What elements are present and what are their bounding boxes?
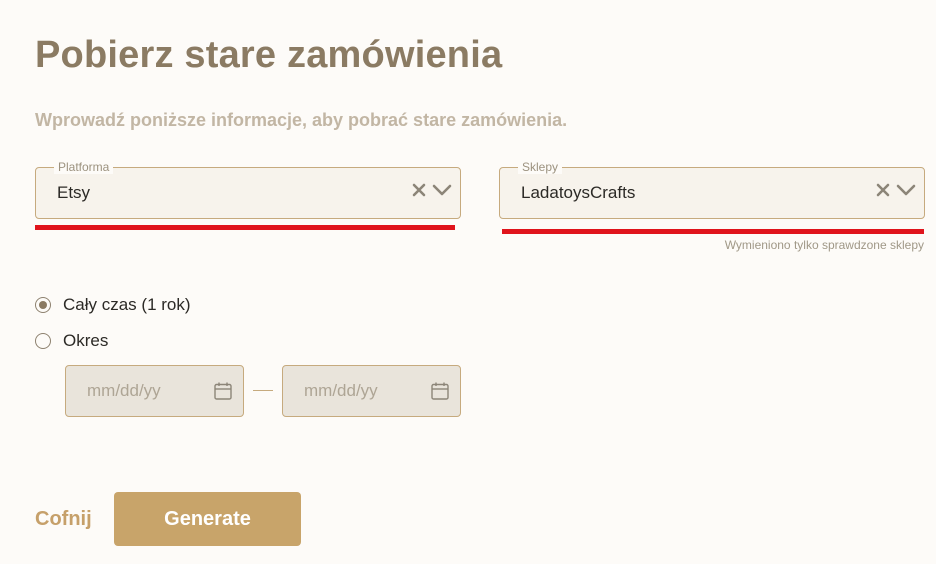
radio-period[interactable]: Okres xyxy=(35,331,108,351)
back-link[interactable]: Cofnij xyxy=(35,508,92,531)
chevron-down-icon[interactable] xyxy=(432,183,452,197)
stores-value: LadatoysCrafts xyxy=(521,183,636,202)
stores-hint: Wymieniono tylko sprawdzone sklepy xyxy=(724,238,924,252)
date-range-separator xyxy=(253,390,273,391)
generate-button[interactable]: Generate xyxy=(114,492,301,546)
platform-highlight-underline xyxy=(35,225,455,230)
radio-all-time[interactable]: Cały czas (1 rok) xyxy=(35,295,191,315)
platform-value: Etsy xyxy=(57,183,91,202)
calendar-icon[interactable] xyxy=(213,381,233,401)
chevron-down-icon[interactable] xyxy=(896,183,916,197)
calendar-icon[interactable] xyxy=(430,381,450,401)
radio-button-checked[interactable] xyxy=(35,297,51,313)
date-from-placeholder: mm/dd/yy xyxy=(87,381,161,400)
clear-icon[interactable] xyxy=(412,183,426,197)
stores-select[interactable]: Sklepy LadatoysCrafts xyxy=(499,160,925,219)
platform-select[interactable]: Platforma Etsy xyxy=(35,160,461,219)
radio-period-label: Okres xyxy=(63,331,109,350)
radio-button-unchecked[interactable] xyxy=(35,333,51,349)
stores-highlight-underline xyxy=(502,229,924,234)
page-subtitle: Wprowadź poniższe informacje, aby pobrać… xyxy=(35,110,568,130)
stores-legend: Sklepy xyxy=(518,160,563,174)
date-to-placeholder: mm/dd/yy xyxy=(304,381,378,400)
date-from-field[interactable]: mm/dd/yy xyxy=(65,365,244,417)
date-to-field[interactable]: mm/dd/yy xyxy=(282,365,461,417)
page-title: Pobierz stare zamówienia xyxy=(35,34,503,76)
radio-all-time-label: Cały czas (1 rok) xyxy=(63,295,191,314)
clear-icon[interactable] xyxy=(876,183,890,197)
platform-legend: Platforma xyxy=(54,160,114,174)
